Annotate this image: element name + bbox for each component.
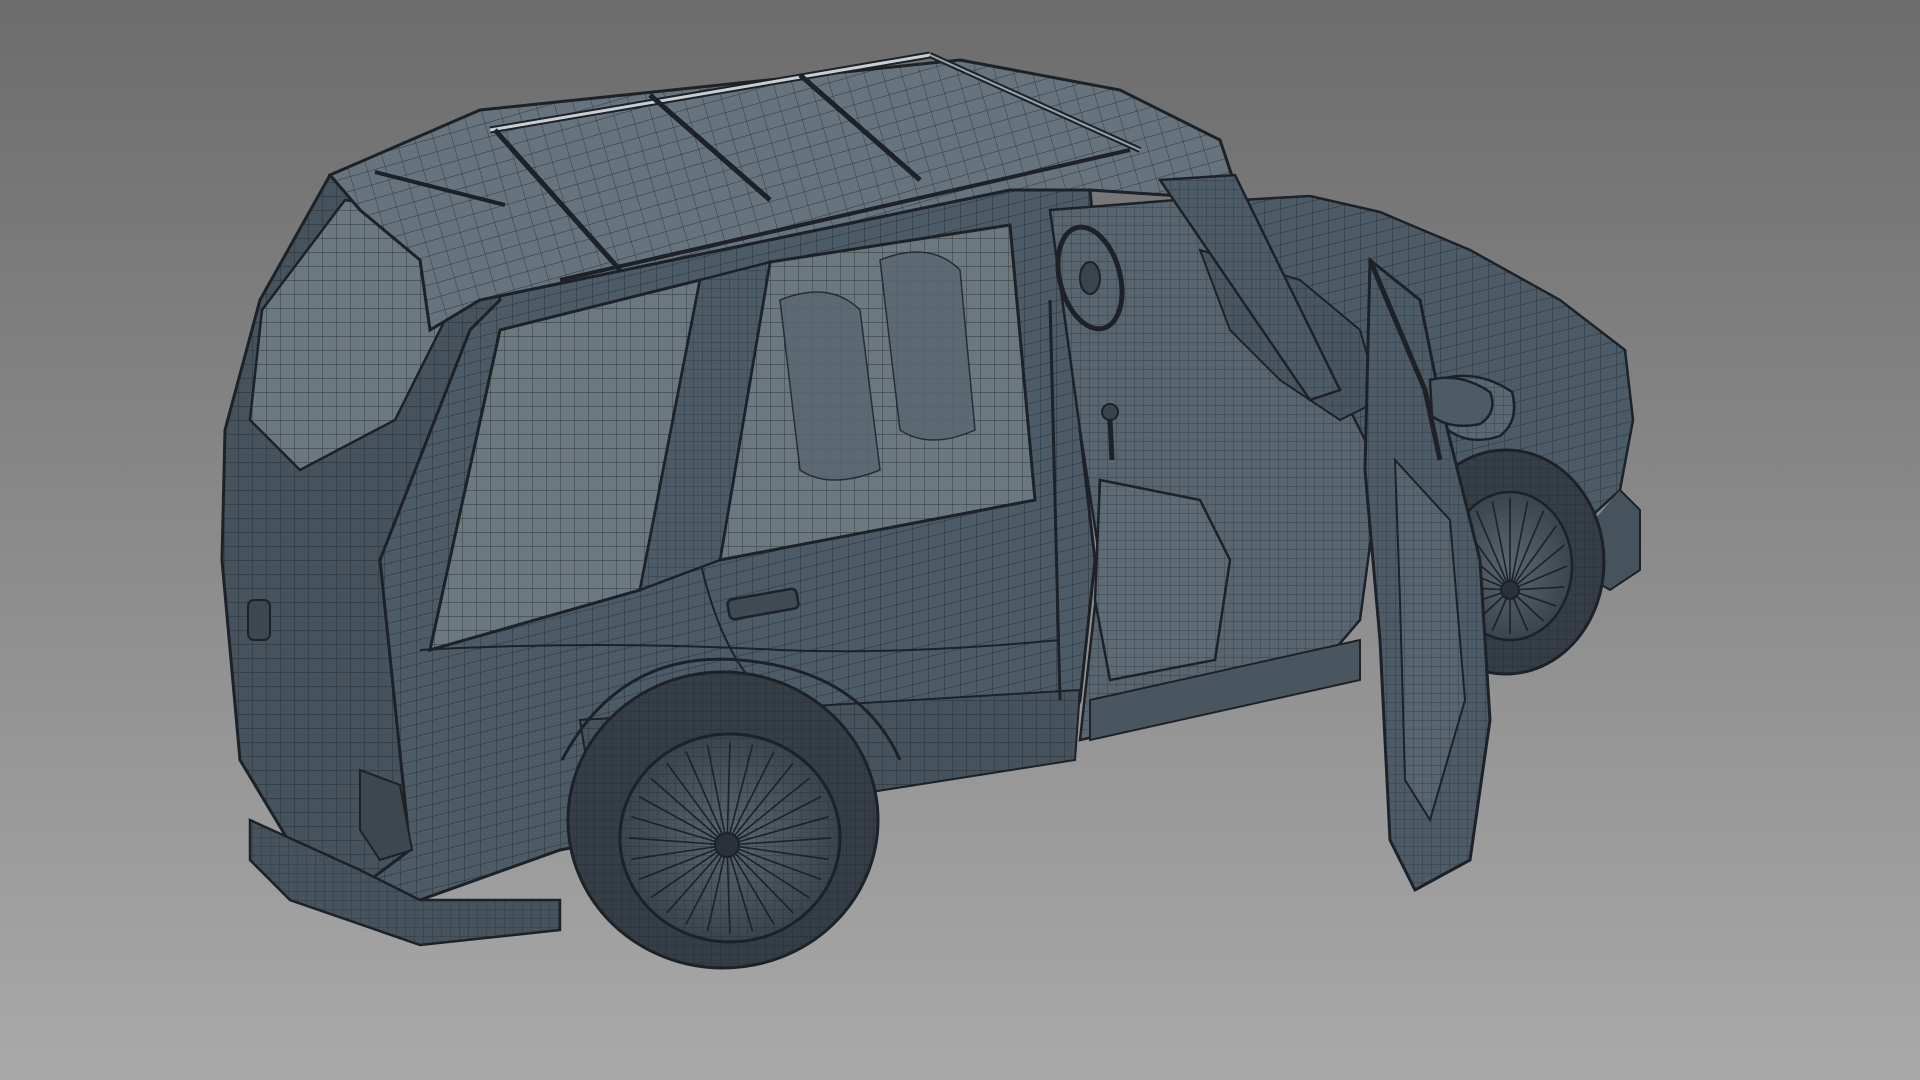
- viewport-canvas[interactable]: [0, 0, 1920, 1080]
- gear-stick: [1107, 419, 1115, 461]
- 3d-viewport[interactable]: [0, 0, 1920, 1080]
- rear-wheel: [566, 670, 880, 970]
